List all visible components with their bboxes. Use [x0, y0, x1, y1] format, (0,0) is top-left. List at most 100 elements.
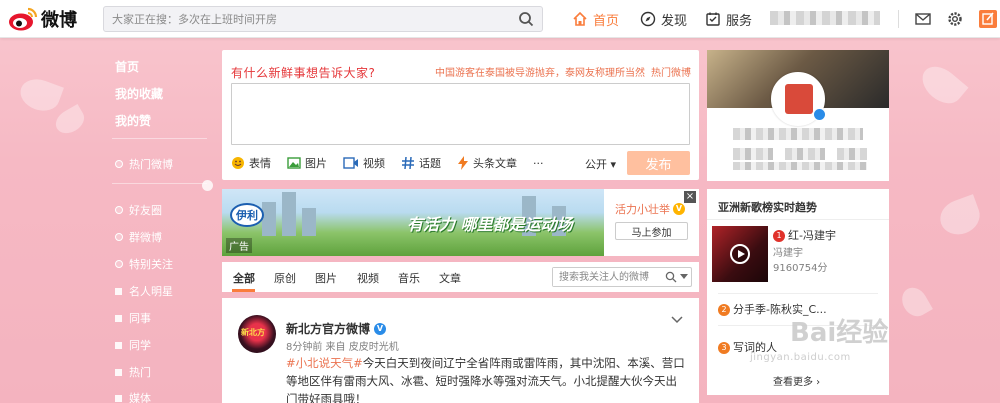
- mail-icon[interactable]: [914, 10, 932, 28]
- profile-card: [707, 50, 889, 181]
- composer-prompt: 有什么新鲜事想告诉大家?: [231, 66, 376, 80]
- close-icon[interactable]: ×: [684, 191, 696, 203]
- group-icon: [115, 233, 123, 241]
- song-score: 9160754分: [773, 263, 828, 274]
- post-meta: 8分钟前 来自 皮皮时光机: [286, 342, 399, 353]
- sidebar-item-hot[interactable]: 热门微博: [115, 156, 173, 172]
- weibo-logo[interactable]: 微博: [8, 5, 88, 33]
- compass-icon: [640, 11, 656, 27]
- topic-button[interactable]: 话题: [401, 155, 441, 171]
- tool-label: 表情: [249, 157, 271, 170]
- image-button[interactable]: 图片: [287, 155, 327, 171]
- play-icon[interactable]: [730, 244, 750, 264]
- song-cover[interactable]: [712, 226, 768, 282]
- trend-item-top[interactable]: 1 红-冯建宇: [773, 227, 836, 243]
- avatar[interactable]: 新北方: [238, 315, 276, 353]
- profile-stat-blurred[interactable]: [733, 148, 773, 160]
- song-artist: 冯建宇: [773, 248, 803, 259]
- more-link[interactable]: 查看更多 ›: [773, 373, 820, 388]
- sidebar-item-colleagues[interactable]: 同事: [115, 310, 151, 326]
- gear-icon[interactable]: [946, 10, 964, 28]
- top-navbar: 微博 首页 发现 服务: [0, 0, 1000, 38]
- post-hashtag[interactable]: #小北说天气#: [286, 356, 363, 370]
- hot-icon: [115, 160, 123, 168]
- sidebar-item-favorites[interactable]: 我的收藏: [115, 85, 163, 102]
- feed-post: 新北方 新北方官方微博 V 8分钟前 来自 皮皮时光机 #小北说天气#今天白天到夜…: [222, 298, 699, 403]
- profile-stat-blurred[interactable]: [785, 148, 825, 160]
- left-sidebar: 首页 我的收藏 我的赞 热门微博 好友圈 群微博 特别关注 名人明星 同事 同学…: [100, 50, 215, 403]
- watermark-url: jingyan.baidu.com: [750, 352, 851, 363]
- username-blurred[interactable]: [770, 11, 880, 25]
- yili-logo: 伊利: [230, 203, 264, 227]
- ad-join-button[interactable]: 马上参加: [615, 222, 688, 240]
- ad-join-label: 马上参加: [631, 227, 672, 239]
- nav-home[interactable]: 首页: [572, 8, 619, 30]
- profile-stat-blurred[interactable]: [837, 148, 867, 160]
- publish-button[interactable]: 发布: [627, 151, 690, 175]
- tab-articles[interactable]: 文章: [439, 270, 461, 286]
- nav-discover[interactable]: 发现: [640, 8, 687, 30]
- post-author-name: 新北方官方微博: [286, 322, 371, 336]
- search-box: [103, 6, 543, 32]
- tab-all[interactable]: 全部: [233, 270, 255, 286]
- ad-brand[interactable]: 活力小壮举 V: [615, 201, 685, 217]
- special-icon: [115, 260, 123, 268]
- decor-petal: [915, 59, 969, 111]
- ad-building: [262, 202, 276, 236]
- nav-service[interactable]: 服务: [705, 8, 752, 30]
- verified-icon: V: [374, 322, 387, 335]
- divider: [112, 138, 207, 139]
- sidebar-item-special[interactable]: 特别关注: [115, 256, 173, 272]
- tab-images[interactable]: 图片: [315, 270, 337, 286]
- ad-image[interactable]: 伊利 有活力 哪里都是运动场 广告: [222, 189, 604, 256]
- article-button[interactable]: 头条文章: [457, 155, 517, 171]
- sidebar-item-label: 好友圈: [129, 204, 162, 217]
- friends-icon: [115, 206, 123, 214]
- feed-search-input[interactable]: [553, 268, 663, 286]
- sidebar-item-group-weibo[interactable]: 群微博: [115, 229, 162, 245]
- sidebar-item-popular[interactable]: 热门: [115, 364, 151, 380]
- sidebar-item-media[interactable]: 媒体: [115, 390, 151, 403]
- more-button[interactable]: ···: [533, 157, 544, 170]
- verified-icon: [813, 108, 826, 121]
- decor-petal: [51, 103, 89, 139]
- video-icon: [343, 157, 358, 169]
- search-icon[interactable]: [665, 271, 677, 283]
- profile-name-blurred[interactable]: [733, 128, 863, 140]
- chevron-down-icon[interactable]: [671, 314, 683, 326]
- caret-down-icon[interactable]: [680, 274, 688, 280]
- baidu-watermark: Bai经验 jingyan.baidu.com: [740, 290, 950, 370]
- sidebar-item-label: 同学: [129, 339, 151, 352]
- service-icon: [706, 12, 720, 26]
- divider: [112, 183, 207, 184]
- nav-service-label: 服务: [726, 13, 753, 29]
- emoji-button[interactable]: 表情: [231, 155, 271, 171]
- sidebar-settings-icon[interactable]: [202, 180, 213, 191]
- sidebar-item-friends[interactable]: 好友圈: [115, 202, 162, 218]
- hot-headline-link[interactable]: 中国游客在泰国被导游抛弃，泰网友称理所当然: [435, 68, 645, 79]
- tab-original[interactable]: 原创: [274, 270, 296, 286]
- nav-home-label: 首页: [593, 13, 620, 29]
- compose-icon[interactable]: [979, 10, 997, 28]
- search-icon[interactable]: [518, 11, 534, 27]
- emoji-icon: [232, 157, 244, 169]
- sidebar-item-celebrities[interactable]: 名人明星: [115, 283, 173, 299]
- sidebar-item-likes[interactable]: 我的赞: [115, 112, 151, 129]
- hot-weibo-link[interactable]: 热门微博: [651, 68, 691, 79]
- rank-badge: 2: [718, 304, 730, 316]
- post-author[interactable]: 新北方官方微博 V: [286, 320, 387, 337]
- watermark-text: Bai经验: [790, 318, 889, 348]
- sidebar-item-home[interactable]: 首页: [115, 58, 139, 75]
- video-button[interactable]: 视频: [343, 155, 385, 171]
- tab-videos[interactable]: 视频: [357, 270, 379, 286]
- tab-music[interactable]: 音乐: [398, 270, 420, 286]
- image-icon: [287, 157, 301, 169]
- visibility-dropdown[interactable]: 公开 ▾: [585, 156, 616, 172]
- sidebar-item-classmates[interactable]: 同学: [115, 337, 151, 353]
- more-icon: ···: [533, 156, 544, 170]
- search-input[interactable]: [104, 7, 504, 31]
- profile-stat-labels-blurred: [733, 162, 867, 170]
- sidebar-item-label: 热门微博: [129, 158, 173, 171]
- active-tab-indicator: [232, 289, 255, 292]
- composer-textarea[interactable]: [231, 83, 690, 145]
